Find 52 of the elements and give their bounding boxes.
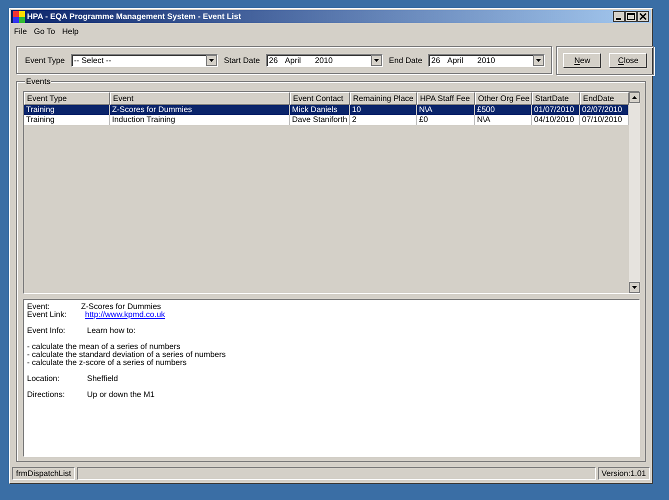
table-cell: Training [24, 115, 110, 125]
maximize-icon[interactable] [625, 11, 637, 22]
scrollbar[interactable] [629, 92, 640, 293]
table-cell: Dave Staniforth [290, 115, 350, 125]
date-picker[interactable]: 26 April 2010 [428, 54, 546, 66]
column-header[interactable]: Event Contact [290, 92, 350, 105]
close-icon[interactable] [637, 11, 649, 22]
scroll-up-icon[interactable] [629, 92, 640, 103]
action-button[interactable]: New [563, 53, 602, 68]
column-header[interactable]: Remaining Place [350, 92, 417, 105]
bullet-text: - calculate the standard deviation of a series of numbers [27, 351, 226, 359]
filter-label: Start Date [224, 56, 260, 64]
menu-item[interactable]: Help [62, 26, 79, 36]
detail-value: Sheffield [86, 375, 118, 383]
action-button[interactable]: Close [609, 53, 648, 68]
minimize-icon[interactable] [613, 11, 625, 22]
date-picker[interactable]: 26 April 2010 [266, 54, 383, 66]
column-header[interactable]: EndDate [580, 92, 629, 105]
menu-item[interactable]: Go To [34, 26, 56, 36]
status-form-name: frmDispatchList [12, 467, 76, 480]
table-row[interactable]: Training Induction Training Dave Staniforth 2 £0 N\A 04/10/2010 07/10/2010 [24, 115, 629, 125]
detail-label: Location: [27, 375, 60, 383]
table-cell: Induction Training [110, 115, 290, 125]
column-header[interactable]: Event [110, 92, 290, 105]
column-header[interactable]: Other Org Fee [475, 92, 532, 105]
filter-label: End Date [388, 56, 422, 64]
app-icon [13, 10, 25, 22]
table-cell: N\A [475, 115, 532, 125]
filter-label: Event Type [25, 56, 65, 64]
detail-label: Event Link: [27, 311, 68, 319]
status-version: Version:1.01 [598, 467, 650, 480]
scroll-down-icon[interactable] [629, 282, 640, 293]
column-header[interactable]: HPA Staff Fee [417, 92, 475, 105]
detail-label: Event: [27, 303, 50, 311]
table-cell: £0 [417, 115, 475, 125]
window-title: HPA - EQA Programme Management System - Event List [27, 12, 242, 21]
detail-value: Up or down the M1 [86, 391, 155, 399]
detail-label: Directions: [27, 391, 66, 399]
detail-value: Learn how to: [86, 327, 136, 335]
bullet-text: - calculate the z-score of a series of numbers [27, 359, 187, 367]
event-link[interactable]: http://www.kpmd.co.uk [81, 311, 166, 319]
table-cell: 2 [350, 115, 417, 125]
bullet-text: - calculate the mean of a series of numbers [27, 343, 180, 351]
table-cell: 04/10/2010 [532, 115, 580, 125]
column-header[interactable]: Event Type [24, 92, 110, 105]
column-header[interactable]: StartDate [532, 92, 580, 105]
event-type-dropdown[interactable]: -- Select -- [70, 54, 218, 66]
menu-item[interactable]: File [14, 26, 27, 36]
table-row[interactable]: Training Z-Scores for Dummies Mick Daniels 10 N\A £500 01/07/2010 02/07/2010 [24, 105, 629, 115]
detail-label: Event Info: [27, 327, 66, 335]
group-title: Events [25, 77, 52, 86]
detail-value: Z-Scores for Dummies [81, 303, 162, 311]
